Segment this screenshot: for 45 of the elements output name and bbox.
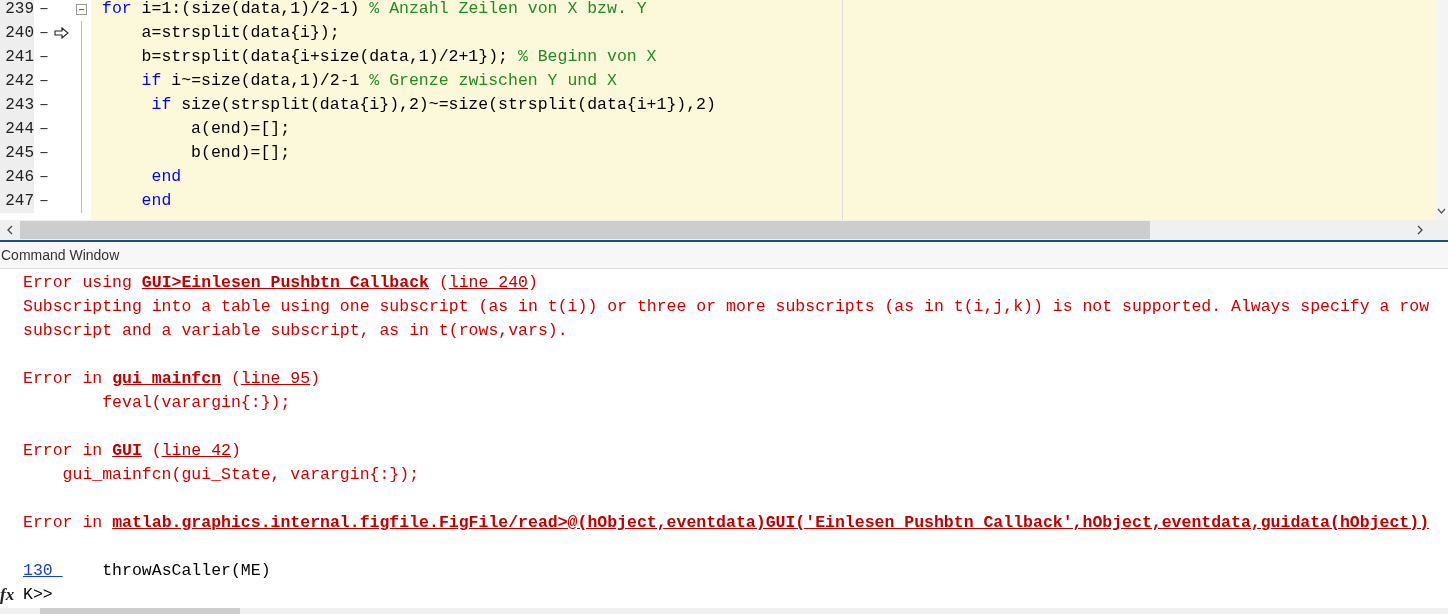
function-link[interactable]: GUI [112,441,142,460]
line-number: 241 [0,45,34,69]
scroll-down-icon[interactable] [1437,208,1446,214]
line-number: 245 [0,141,34,165]
code-line: if i~=size(data,1)/2-1 % Grenze zwischen Y und X [140,70,617,92]
error-code-line: feval(varargin{:}); [101,392,292,414]
line-link[interactable]: line 95 [240,369,311,388]
code-line: end [140,190,172,212]
error-code-line: gui_mainfcn(gui_State, varargin{:}); [61,464,421,486]
line-number: 240 [0,21,34,45]
code-line: end [150,166,182,188]
error-message: subscript and a variable subscript, as in t(rows,vars). [23,320,569,342]
scroll-right-icon[interactable] [1416,225,1424,235]
stack-code-line: throwAsCaller(ME) [101,561,271,580]
error-line: Error using GUI>Einlesen_Pushbtn_Callback (line 240) [23,272,539,294]
function-link[interactable]: gui_mainfcn [112,369,222,388]
line-number: 246 [0,165,34,189]
line-number: 239 [0,0,34,21]
code-line: for i=1:(size(data,1)/2-1) % Anzahl Zeilen von X bzw. Y [101,0,647,20]
scroll-left-icon[interactable] [6,225,14,235]
line-link[interactable]: line 240 [448,273,528,292]
function-icon[interactable]: fx [0,583,23,607]
error-line: Error in matlab.graphics.internal.figfile.FigFile/read>@(hObject,eventdata)GUI('Einlesen_Pushbtn_Callback',hObject,eventdata,guidata(hObject)) [23,512,1431,534]
error-line: Error in gui_mainfcn (line 95) [23,368,322,390]
line-number: 244 [0,117,34,141]
code-line: b(end)=[]; [190,142,291,164]
command-prompt[interactable]: K>> [23,583,53,607]
code-line: a=strsplit(data{i}); [140,22,340,44]
function-link[interactable]: GUI>Einlesen_Pushbtn_Callback [141,273,429,292]
collapse-icon[interactable] [76,3,87,15]
line-number: 247 [0,189,34,213]
line-number: 243 [0,93,34,117]
line-number: 242 [0,69,34,93]
line-link[interactable]: line 42 [161,441,231,460]
code-line: a(end)=[]; [190,118,291,140]
code-line: b=strsplit(data{i+size(data,1)/2+1}); % Beginn von X [140,46,657,68]
horizontal-scrollbar-thumb[interactable] [20,221,1150,239]
panel-title: Command Window [0,242,1448,269]
horizontal-scrollbar-thumb[interactable] [40,608,240,614]
error-message: Subscripting into a table using one subscript (as in t(i)) or three or more subscripts (as in t(i,j,k)) is not supported. Always specify a row [23,296,1431,318]
line-link[interactable]: 130 [23,561,63,580]
error-line: Error in GUI (line 42) [23,440,242,462]
vertical-scrollbar[interactable] [1436,0,1448,220]
code-line: if size(strsplit(data{i}),2)~=size(strsplit(data{i+1}),2) [150,94,716,116]
function-link[interactable]: matlab.graphics.internal.figfile.FigFile/read>@(hObject,eventdata)GUI('Einlesen_Pushbtn_Callback',hObject,eventdata,guidata(hObject)) [112,513,1430,532]
